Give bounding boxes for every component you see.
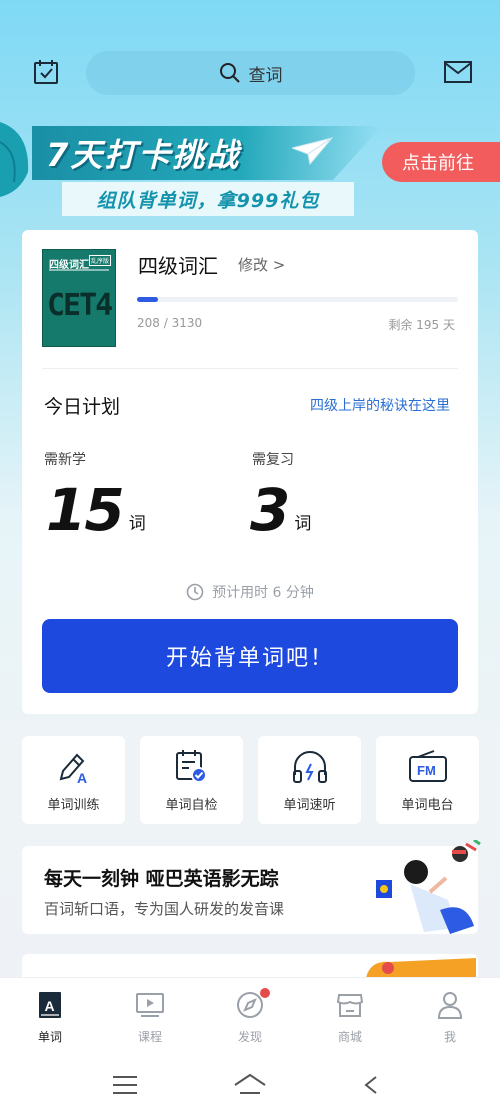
menu-icon[interactable] — [112, 1075, 138, 1095]
progress-track — [137, 297, 458, 302]
book-name: 四级词汇 — [138, 254, 218, 278]
plan-title: 今日计划 — [44, 396, 121, 418]
promo-title: 每天一刻钟 哑巴英语影无踪 — [44, 868, 279, 890]
tool-label: 单词自检 — [165, 798, 218, 813]
pencil-a-icon: A — [55, 748, 93, 786]
tab-course[interactable]: 课程 — [100, 978, 200, 1045]
headphones-icon — [291, 748, 329, 786]
system-nav-bar — [0, 1057, 500, 1115]
sale-618-badge — [366, 958, 476, 978]
remaining-days: 剩余 195 天 — [388, 318, 455, 332]
divider — [42, 368, 458, 369]
new-words-label: 需新学 — [44, 452, 86, 468]
fm-radio-icon: FM — [408, 748, 448, 786]
tool-word-listening[interactable]: 单词速听 — [258, 736, 361, 824]
cover-badge: 乱序版 — [88, 255, 111, 266]
compass-icon — [236, 988, 270, 1022]
tool-word-radio[interactable]: FM 单词电台 — [376, 736, 479, 824]
store-icon — [336, 988, 364, 1022]
word-book-icon: A — [37, 988, 63, 1022]
calendar-check-icon — [173, 748, 211, 786]
review-count-unit: 词 — [294, 514, 312, 534]
start-study-button[interactable]: 开始背单词吧！ — [42, 619, 458, 693]
modify-book-link[interactable]: 修改 > — [238, 254, 285, 275]
tool-word-selfcheck[interactable]: 单词自检 — [140, 736, 243, 824]
profile-icon — [437, 988, 463, 1022]
tab-store[interactable]: 商城 — [300, 978, 400, 1045]
estimate-row: 预计用时 6 分钟 — [0, 582, 500, 602]
video-course-icon — [135, 988, 165, 1022]
review-count-value: 3 — [250, 476, 290, 544]
tab-label: 单词 — [37, 1030, 62, 1044]
mail-icon[interactable] — [436, 50, 480, 94]
tab-label: 商城 — [337, 1030, 362, 1044]
estimate-text: 预计用时 6 分钟 — [212, 585, 314, 601]
tab-profile[interactable]: 我 — [400, 978, 500, 1045]
back-icon[interactable] — [362, 1075, 386, 1095]
home-icon[interactable] — [233, 1073, 267, 1095]
secret-link[interactable]: 四级上岸的秘诀在这里 — [310, 395, 450, 415]
notification-dot — [260, 988, 270, 998]
tab-discover[interactable]: 发现 — [200, 978, 300, 1045]
banner-go-button[interactable]: 点击前往 — [382, 142, 500, 182]
promo-subtitle: 百词斩口语，专为国人研发的发音课 — [44, 900, 285, 918]
svg-text:FM: FM — [417, 763, 436, 778]
clock-icon — [186, 583, 204, 601]
tool-label: 单词速听 — [283, 798, 336, 813]
new-count-unit: 词 — [128, 514, 146, 534]
progress-text: 208 / 3130 — [137, 316, 203, 330]
banner-subtitle[interactable]: 组队背单词，拿999礼包 — [62, 182, 354, 216]
tab-bar: A 单词 课程 发现 商城 我 — [0, 977, 500, 1057]
tab-list: A 单词 课程 发现 商城 我 — [0, 978, 500, 1045]
svg-text:A: A — [45, 998, 55, 1014]
tool-word-training[interactable]: A 单词训练 — [22, 736, 125, 824]
tab-word[interactable]: A 单词 — [0, 978, 100, 1045]
review-words-count: 3 词 — [250, 476, 311, 544]
search-bar[interactable]: 查词 — [86, 51, 415, 95]
banner-title[interactable]: 7天打卡挑战 — [46, 130, 240, 176]
paper-plane-icon — [292, 137, 334, 166]
review-words-label: 需复习 — [252, 452, 294, 468]
tab-label: 课程 — [137, 1030, 162, 1044]
new-count-value: 15 — [46, 476, 125, 544]
book-cover[interactable]: 四级词汇 乱序版 CET4 — [42, 249, 116, 347]
promo-illustration — [376, 840, 481, 934]
tab-label: 发现 — [237, 1030, 262, 1044]
calendar-check-icon[interactable] — [24, 50, 68, 94]
new-words-count: 15 词 — [46, 476, 146, 544]
progress-fill — [137, 297, 158, 302]
search-placeholder: 查词 — [248, 65, 283, 86]
cover-big-text: CET4 — [47, 288, 113, 323]
cover-line — [49, 269, 109, 271]
search-icon — [219, 63, 240, 83]
tab-label: 我 — [443, 1030, 456, 1044]
tool-label: 单词训练 — [47, 798, 100, 813]
tool-label: 单词电台 — [401, 798, 454, 813]
svg-text:A: A — [77, 770, 87, 785]
